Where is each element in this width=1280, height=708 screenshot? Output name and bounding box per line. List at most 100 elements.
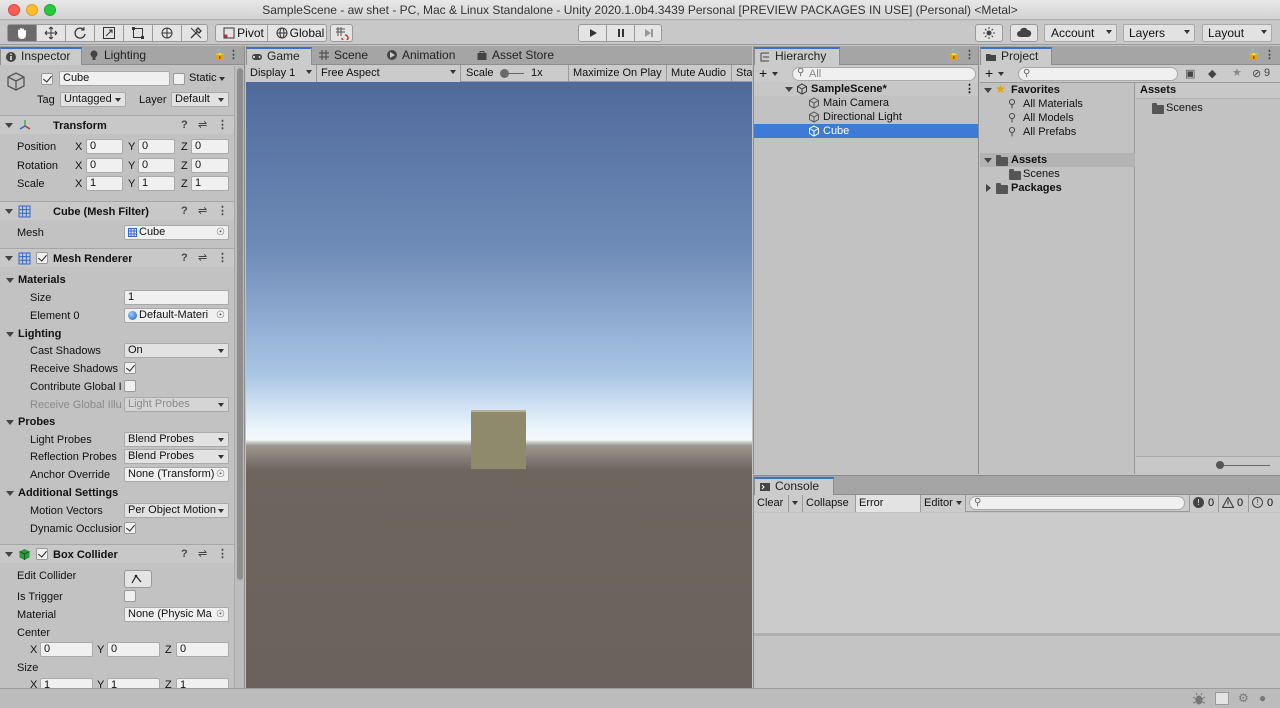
component-menu-icon[interactable]: ⋮ (217, 204, 228, 217)
tab-game[interactable]: Game (246, 47, 312, 65)
favorites-star-icon[interactable]: ★ (1232, 66, 1242, 79)
packages-folder-row[interactable]: Packages (980, 181, 1135, 195)
object-name-field[interactable]: Cube (59, 71, 170, 86)
dynamic-occlusion-checkbox[interactable] (124, 522, 136, 534)
close-window-button[interactable] (8, 4, 20, 16)
lighting-section-label[interactable]: Lighting (18, 328, 61, 340)
scene-menu-icon[interactable]: ⋮ (964, 82, 975, 96)
project-search-input[interactable]: ⚲ (1018, 67, 1178, 81)
favorite-all-models[interactable]: ⚲ All Models (980, 111, 1135, 125)
auto-generate-lighting-icon[interactable]: ⚙ (1238, 691, 1249, 705)
stats-toggle[interactable]: Sta (731, 65, 752, 82)
mesh-renderer-enabled-checkbox[interactable] (36, 252, 48, 264)
favorites-foldout-icon[interactable] (984, 88, 992, 93)
layout-dropdown[interactable]: Layout (1202, 24, 1272, 42)
display-dropdown[interactable]: Display 1 (246, 65, 317, 82)
mesh-filter-header[interactable]: Cube (Mesh Filter) ? ⇌ ⋮ (0, 201, 234, 220)
console-log-list[interactable] (754, 513, 1280, 633)
anchor-override-field[interactable]: None (Transform) ☉ (124, 467, 229, 482)
static-dropdown-arrow[interactable] (219, 77, 225, 81)
object-picker-icon[interactable]: ☉ (216, 608, 225, 621)
help-icon[interactable]: ? (181, 548, 188, 560)
create-plus-icon[interactable]: + (985, 65, 993, 81)
favorite-all-materials[interactable]: ⚲ All Materials (980, 97, 1135, 111)
foldout-arrow-icon[interactable] (5, 209, 13, 214)
grid-snap-button[interactable] (330, 24, 353, 42)
scale-x-field[interactable]: 1 (86, 176, 123, 191)
scrollbar-thumb[interactable] (237, 68, 243, 580)
create-dropdown-arrow[interactable] (772, 72, 778, 76)
presets-icon[interactable]: ⇌ (198, 118, 207, 131)
position-z-field[interactable]: 0 (191, 139, 229, 154)
global-toggle[interactable]: Global (268, 25, 328, 41)
step-button[interactable] (635, 25, 663, 41)
layer-dropdown[interactable]: Default (171, 92, 229, 107)
assets-folder-row[interactable]: Assets (980, 153, 1135, 167)
search-by-type-icon[interactable]: ▣ (1185, 67, 1195, 80)
create-dropdown-arrow[interactable] (998, 72, 1004, 76)
search-by-label-icon[interactable]: ◆ (1208, 67, 1216, 80)
pivot-toggle[interactable]: Pivot (216, 25, 268, 41)
presets-icon[interactable]: ⇌ (198, 204, 207, 217)
breadcrumb-assets[interactable]: Assets (1140, 84, 1176, 96)
center-x-field[interactable]: 0 (40, 642, 93, 657)
transform-header[interactable]: Transform ? ⇌ ⋮ (0, 115, 234, 134)
hierarchy-search-input[interactable]: ⚲ All (792, 67, 976, 81)
help-icon[interactable]: ? (181, 205, 188, 217)
rotation-z-field[interactable]: 0 (191, 158, 229, 173)
size-z-field[interactable]: 1 (176, 678, 229, 688)
size-x-field[interactable]: 1 (40, 678, 93, 688)
is-trigger-checkbox[interactable] (124, 590, 136, 602)
probes-foldout-icon[interactable] (6, 420, 14, 425)
warning-count-toggle[interactable]: 0 (1219, 495, 1249, 512)
info-count-toggle[interactable]: ! 0 (1189, 495, 1219, 512)
play-button[interactable] (579, 25, 607, 41)
object-picker-icon[interactable]: ☉ (216, 226, 225, 239)
tab-asset-store[interactable]: Asset Store (472, 47, 564, 65)
help-icon[interactable]: ? (181, 252, 188, 264)
scenes-folder-row[interactable]: Scenes (980, 167, 1135, 181)
create-plus-icon[interactable]: + (759, 65, 767, 81)
materials-size-field[interactable]: 1 (124, 290, 229, 305)
error-pause-toggle[interactable]: Error Pause (856, 495, 921, 525)
additional-settings-foldout-icon[interactable] (6, 491, 14, 496)
hidden-packages-eye-icon[interactable]: ⊘ (1252, 67, 1261, 80)
collab-button[interactable] (975, 24, 1003, 42)
transform-tool-button[interactable] (153, 25, 182, 41)
motion-vectors-dropdown[interactable]: Per Object Motion (124, 503, 229, 518)
element0-object-field[interactable]: Default-Materi ☉ (124, 308, 229, 323)
component-menu-icon[interactable]: ⋮ (217, 118, 228, 131)
maximize-on-play-toggle[interactable]: Maximize On Play (568, 65, 666, 82)
tag-dropdown[interactable]: Untagged (60, 92, 126, 107)
cloud-button[interactable] (1010, 24, 1038, 42)
component-menu-icon[interactable]: ⋮ (217, 251, 228, 264)
tab-animation[interactable]: Animation (382, 47, 470, 65)
center-z-field[interactable]: 0 (176, 642, 229, 657)
rotate-tool-button[interactable] (66, 25, 95, 41)
debug-bug-icon[interactable] (1192, 692, 1206, 706)
help-icon[interactable]: ? (181, 119, 188, 131)
scene-foldout-icon[interactable] (785, 87, 793, 92)
size-y-field[interactable]: 1 (107, 678, 160, 688)
rect-tool-button[interactable] (124, 25, 153, 41)
rotation-y-field[interactable]: 0 (138, 158, 175, 173)
receive-shadows-checkbox[interactable] (124, 362, 136, 374)
assets-foldout-icon[interactable] (984, 158, 992, 163)
move-tool-button[interactable] (37, 25, 66, 41)
mesh-renderer-header[interactable]: Mesh Renderer ? ⇌ ⋮ (0, 248, 234, 267)
tab-project[interactable]: Project (980, 47, 1052, 65)
hierarchy-item-directional-light[interactable]: Directional Light (754, 110, 978, 124)
light-probes-dropdown[interactable]: Blend Probes (124, 432, 229, 447)
favorites-row[interactable]: ★ Favorites (980, 82, 1135, 97)
cache-server-icon[interactable]: ● (1259, 691, 1266, 705)
hierarchy-item-cube[interactable]: Cube (754, 124, 978, 138)
foldout-arrow-icon[interactable] (5, 552, 13, 557)
icon-size-slider-thumb[interactable] (1216, 461, 1224, 469)
collapse-toggle[interactable]: Collapse (803, 495, 856, 512)
inspector-scrollbar[interactable] (234, 66, 244, 688)
presets-icon[interactable]: ⇌ (198, 251, 207, 264)
scale-y-field[interactable]: 1 (138, 176, 175, 191)
scene-row[interactable]: SampleScene* ⋮ (754, 82, 978, 96)
editor-dropdown[interactable]: Editor (921, 495, 966, 512)
probes-section-label[interactable]: Probes (18, 416, 55, 428)
